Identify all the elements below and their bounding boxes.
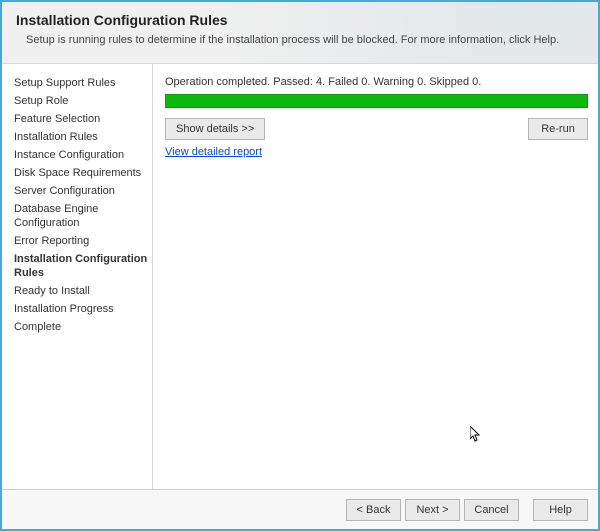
- cancel-button[interactable]: Cancel: [464, 499, 519, 521]
- page-subtitle: Setup is running rules to determine if t…: [26, 34, 584, 46]
- main-content: Operation completed. Passed: 4. Failed 0…: [153, 64, 598, 492]
- sidebar-nav: Setup Support RulesSetup RoleFeature Sel…: [2, 64, 153, 492]
- next-button[interactable]: Next >: [405, 499, 460, 521]
- rerun-button[interactable]: Re-run: [528, 118, 588, 140]
- sidebar-item-3[interactable]: Installation Rules: [14, 128, 152, 146]
- sidebar-item-11[interactable]: Installation Progress: [14, 300, 152, 318]
- sidebar-item-6[interactable]: Server Configuration: [14, 182, 152, 200]
- show-details-button[interactable]: Show details >>: [165, 118, 265, 140]
- sidebar-item-10[interactable]: Ready to Install: [14, 282, 152, 300]
- page-title: Installation Configuration Rules: [16, 12, 584, 28]
- help-button[interactable]: Help: [533, 499, 588, 521]
- status-text: Operation completed. Passed: 4. Failed 0…: [165, 76, 588, 88]
- wizard-body: Setup Support RulesSetup RoleFeature Sel…: [2, 64, 598, 492]
- sidebar-item-1[interactable]: Setup Role: [14, 92, 152, 110]
- sidebar-item-4[interactable]: Instance Configuration: [14, 146, 152, 164]
- progress-bar: [165, 94, 588, 108]
- sidebar-item-12[interactable]: Complete: [14, 318, 152, 336]
- wizard-header: Installation Configuration Rules Setup i…: [2, 2, 598, 64]
- view-report-link[interactable]: View detailed report: [165, 146, 262, 158]
- sidebar-item-0[interactable]: Setup Support Rules: [14, 74, 152, 92]
- actions-row: Show details >> Re-run: [165, 118, 588, 140]
- sidebar-item-8[interactable]: Error Reporting: [14, 232, 152, 250]
- sidebar-item-7[interactable]: Database Engine Configuration: [14, 200, 152, 232]
- sidebar-item-9[interactable]: Installation Configuration Rules: [14, 250, 152, 282]
- back-button[interactable]: < Back: [346, 499, 401, 521]
- sidebar-item-2[interactable]: Feature Selection: [14, 110, 152, 128]
- wizard-footer: < Back Next > Cancel Help: [2, 489, 598, 529]
- sidebar-item-5[interactable]: Disk Space Requirements: [14, 164, 152, 182]
